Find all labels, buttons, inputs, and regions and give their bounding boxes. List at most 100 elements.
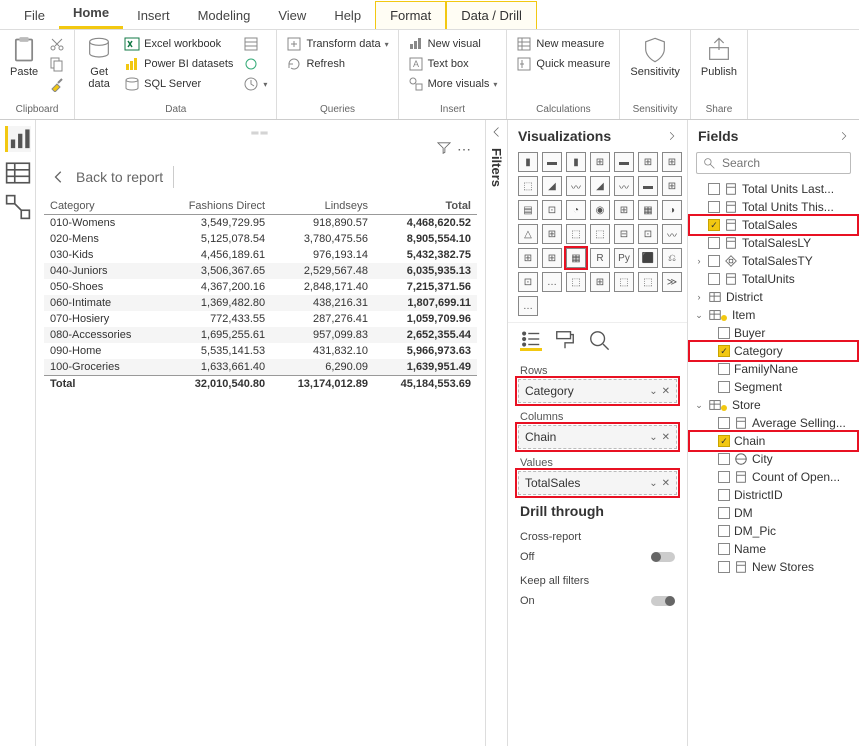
- viz-type-icon[interactable]: ▦: [566, 248, 586, 268]
- analytics-tab[interactable]: [588, 329, 610, 351]
- viz-type-icon[interactable]: ▬: [614, 152, 634, 172]
- field-item[interactable]: ✓Category: [690, 342, 857, 360]
- field-checkbox[interactable]: [708, 183, 720, 195]
- viz-type-icon[interactable]: ◑: [662, 200, 682, 220]
- format-tab[interactable]: [554, 329, 576, 351]
- field-item[interactable]: Name: [690, 540, 857, 558]
- field-item[interactable]: New Stores: [690, 558, 857, 576]
- field-item[interactable]: Buyer: [690, 324, 857, 342]
- field-item[interactable]: DistrictID: [690, 486, 857, 504]
- search-input[interactable]: [722, 156, 844, 170]
- table-row[interactable]: 030-Kids4,456,189.61976,193.145,432,382.…: [44, 247, 477, 263]
- values-well[interactable]: TotalSales⌄✕: [518, 471, 677, 495]
- field-item[interactable]: DM: [690, 504, 857, 522]
- field-item[interactable]: ›TotalSalesTY: [690, 252, 857, 270]
- table-row[interactable]: 100-Groceries1,633,661.406,290.091,639,9…: [44, 359, 477, 376]
- rows-well[interactable]: Category⌄✕: [518, 379, 677, 403]
- tab-data-drill[interactable]: Data / Drill: [446, 1, 537, 29]
- excel-button[interactable]: Excel workbook: [121, 34, 236, 54]
- field-checkbox[interactable]: [718, 363, 730, 375]
- viz-type-icon[interactable]: …: [518, 296, 538, 316]
- viz-type-icon[interactable]: ⊟: [614, 224, 634, 244]
- field-checkbox[interactable]: [718, 525, 730, 537]
- viz-type-icon[interactable]: R: [590, 248, 610, 268]
- new-visual-button[interactable]: New visual: [405, 34, 501, 54]
- field-item[interactable]: DM_Pic: [690, 522, 857, 540]
- viz-type-icon[interactable]: …: [542, 272, 562, 292]
- tab-view[interactable]: View: [264, 2, 320, 29]
- field-checkbox[interactable]: [708, 237, 720, 249]
- viz-type-icon[interactable]: ⬚: [590, 224, 610, 244]
- viz-type-icon[interactable]: △: [518, 224, 538, 244]
- columns-well[interactable]: Chain⌄✕: [518, 425, 677, 449]
- new-measure-button[interactable]: New measure: [513, 34, 613, 54]
- tab-help[interactable]: Help: [320, 2, 375, 29]
- chevron-right-icon[interactable]: [839, 131, 849, 141]
- chevron-right-icon[interactable]: [667, 131, 677, 141]
- viz-type-icon[interactable]: ⊞: [542, 224, 562, 244]
- viz-type-icon[interactable]: Py: [614, 248, 634, 268]
- viz-type-icon[interactable]: ▬: [542, 152, 562, 172]
- field-checkbox[interactable]: [718, 381, 730, 393]
- field-item[interactable]: Segment: [690, 378, 857, 396]
- cross-report-toggle[interactable]: [651, 552, 675, 562]
- col-total[interactable]: Total: [374, 198, 477, 215]
- filter-icon[interactable]: [437, 141, 451, 155]
- col-fashions-direct[interactable]: Fashions Direct: [161, 198, 272, 215]
- publish-button[interactable]: Publish: [697, 34, 741, 104]
- field-checkbox[interactable]: ✓: [718, 345, 730, 357]
- enter-data-button[interactable]: [240, 34, 270, 54]
- paste-button[interactable]: Paste: [6, 34, 42, 104]
- viz-type-icon[interactable]: ▮: [518, 152, 538, 172]
- viz-type-icon[interactable]: ⊞: [662, 176, 682, 196]
- field-checkbox[interactable]: [718, 507, 730, 519]
- viz-type-icon[interactable]: ⬚: [518, 176, 538, 196]
- table-row[interactable]: 010-Womens3,549,729.95918,890.574,468,62…: [44, 215, 477, 232]
- viz-type-icon[interactable]: 〰: [566, 176, 586, 196]
- field-checkbox[interactable]: [718, 489, 730, 501]
- chevron-down-icon[interactable]: ⌄: [649, 432, 657, 443]
- fields-search[interactable]: [696, 152, 851, 174]
- field-checkbox[interactable]: [718, 471, 730, 483]
- quick-measure-button[interactable]: Quick measure: [513, 54, 613, 74]
- field-item[interactable]: ✓Chain: [690, 432, 857, 450]
- viz-type-icon[interactable]: ⬚: [566, 272, 586, 292]
- back-to-report[interactable]: Back to report: [44, 160, 477, 198]
- field-checkbox[interactable]: ✓: [708, 219, 720, 231]
- field-item[interactable]: Count of Open...: [690, 468, 857, 486]
- text-box-button[interactable]: AText box: [405, 54, 501, 74]
- field-item[interactable]: Total Units Last...: [690, 180, 857, 198]
- field-item[interactable]: FamilyNane: [690, 360, 857, 378]
- field-checkbox[interactable]: [718, 417, 730, 429]
- table-row[interactable]: 050-Shoes4,367,200.162,848,171.407,215,3…: [44, 279, 477, 295]
- viz-type-icon[interactable]: ⊡: [542, 200, 562, 220]
- drag-handle[interactable]: ══: [44, 128, 477, 139]
- recent-sources-button[interactable]: ▾: [240, 74, 270, 94]
- col-category[interactable]: Category: [44, 198, 161, 215]
- format-painter-button[interactable]: [46, 74, 68, 94]
- filters-pane-collapsed[interactable]: Filters: [485, 120, 507, 746]
- get-data-button[interactable]: Get data: [81, 34, 117, 104]
- viz-type-icon[interactable]: ⬚: [638, 272, 658, 292]
- field-checkbox[interactable]: [718, 561, 730, 573]
- viz-type-icon[interactable]: 〰: [614, 176, 634, 196]
- tab-modeling[interactable]: Modeling: [184, 2, 265, 29]
- field-checkbox[interactable]: ✓: [718, 435, 730, 447]
- viz-type-icon[interactable]: ⊞: [662, 152, 682, 172]
- field-item[interactable]: Total Units This...: [690, 198, 857, 216]
- cut-button[interactable]: [46, 34, 68, 54]
- field-checkbox[interactable]: [718, 453, 730, 465]
- tab-home[interactable]: Home: [59, 0, 123, 29]
- field-checkbox[interactable]: [718, 327, 730, 339]
- table-row[interactable]: 040-Juniors3,506,367.652,529,567.486,035…: [44, 263, 477, 279]
- model-view-button[interactable]: [5, 194, 31, 220]
- expand-icon[interactable]: ⌄: [694, 400, 704, 411]
- field-checkbox[interactable]: [718, 543, 730, 555]
- viz-type-icon[interactable]: ◢: [542, 176, 562, 196]
- table-row[interactable]: 060-Intimate1,369,482.80438,216.311,807,…: [44, 295, 477, 311]
- viz-type-icon[interactable]: ⊞: [542, 248, 562, 268]
- remove-icon[interactable]: ✕: [662, 386, 670, 397]
- viz-type-icon[interactable]: ◢: [590, 176, 610, 196]
- data-view-button[interactable]: [5, 160, 31, 186]
- viz-type-icon[interactable]: 〰: [662, 224, 682, 244]
